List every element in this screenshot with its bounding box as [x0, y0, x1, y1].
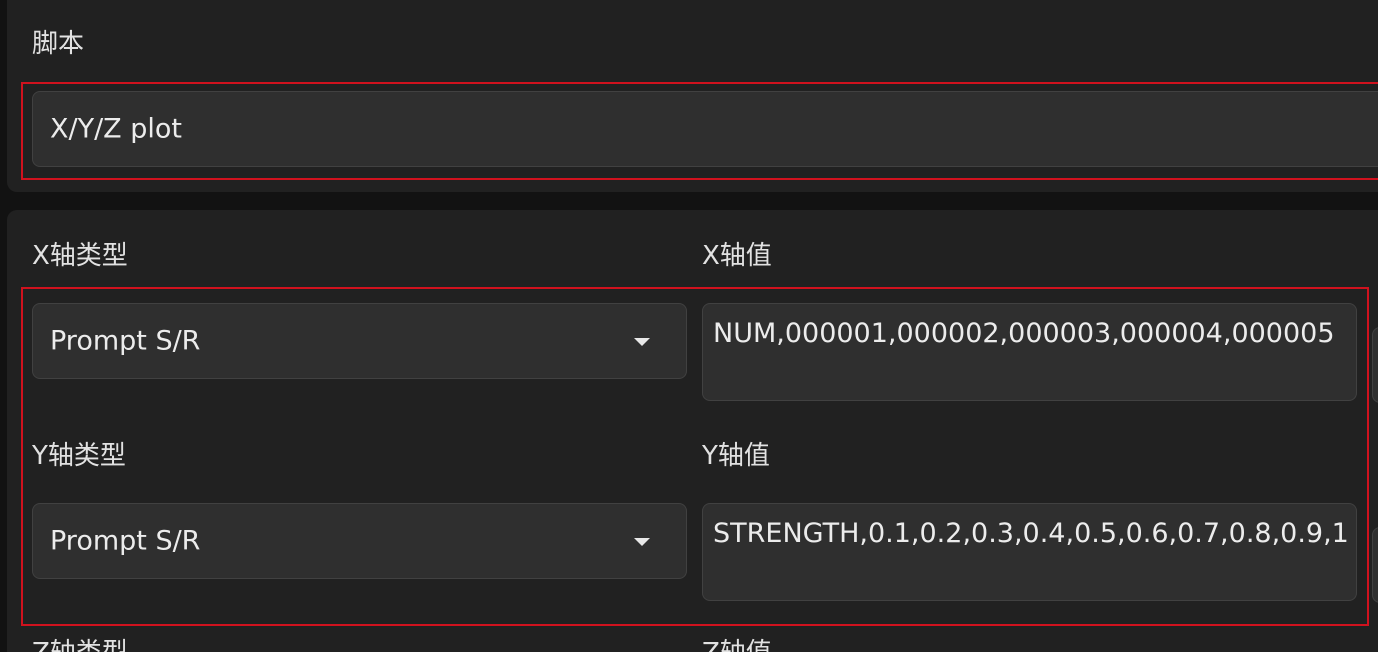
y-axis-values-text: STRENGTH,0.1,0.2,0.3,0.4,0.5,0.6,0.7,0.8… [713, 518, 1349, 549]
xyz-plot-settings: 脚本 X/Y/Z plot X轴类型 X轴值 Prompt S/R NUM,00… [0, 0, 1378, 652]
z-axis-type-label: Z轴类型 [32, 640, 128, 652]
y-axis-values-textarea[interactable]: STRENGTH,0.1,0.2,0.3,0.4,0.5,0.6,0.7,0.8… [702, 503, 1357, 601]
script-label: 脚本 [32, 29, 85, 59]
x-axis-type-value: Prompt S/R [50, 325, 201, 357]
z-axis-values-label: Z轴值 [702, 640, 772, 652]
y-axis-type-label: Y轴类型 [32, 441, 126, 471]
x-axis-values-label: X轴值 [702, 241, 772, 271]
x-axis-values-side-button[interactable] [1372, 327, 1378, 403]
x-axis-type-label: X轴类型 [32, 241, 128, 271]
script-dropdown[interactable]: X/Y/Z plot [32, 91, 1378, 167]
y-axis-values-label: Y轴值 [702, 441, 770, 471]
y-axis-type-dropdown[interactable]: Prompt S/R [32, 503, 687, 579]
y-axis-type-value: Prompt S/R [50, 525, 201, 557]
chevron-down-icon [634, 338, 650, 346]
x-axis-values-textarea[interactable]: NUM,000001,000002,000003,000004,000005 [702, 303, 1357, 401]
x-axis-type-dropdown[interactable]: Prompt S/R [32, 303, 687, 379]
x-axis-values-text: NUM,000001,000002,000003,000004,000005 [713, 318, 1335, 349]
chevron-down-icon [634, 538, 650, 546]
script-selected-value: X/Y/Z plot [50, 113, 183, 145]
y-axis-values-side-button[interactable] [1372, 527, 1378, 603]
